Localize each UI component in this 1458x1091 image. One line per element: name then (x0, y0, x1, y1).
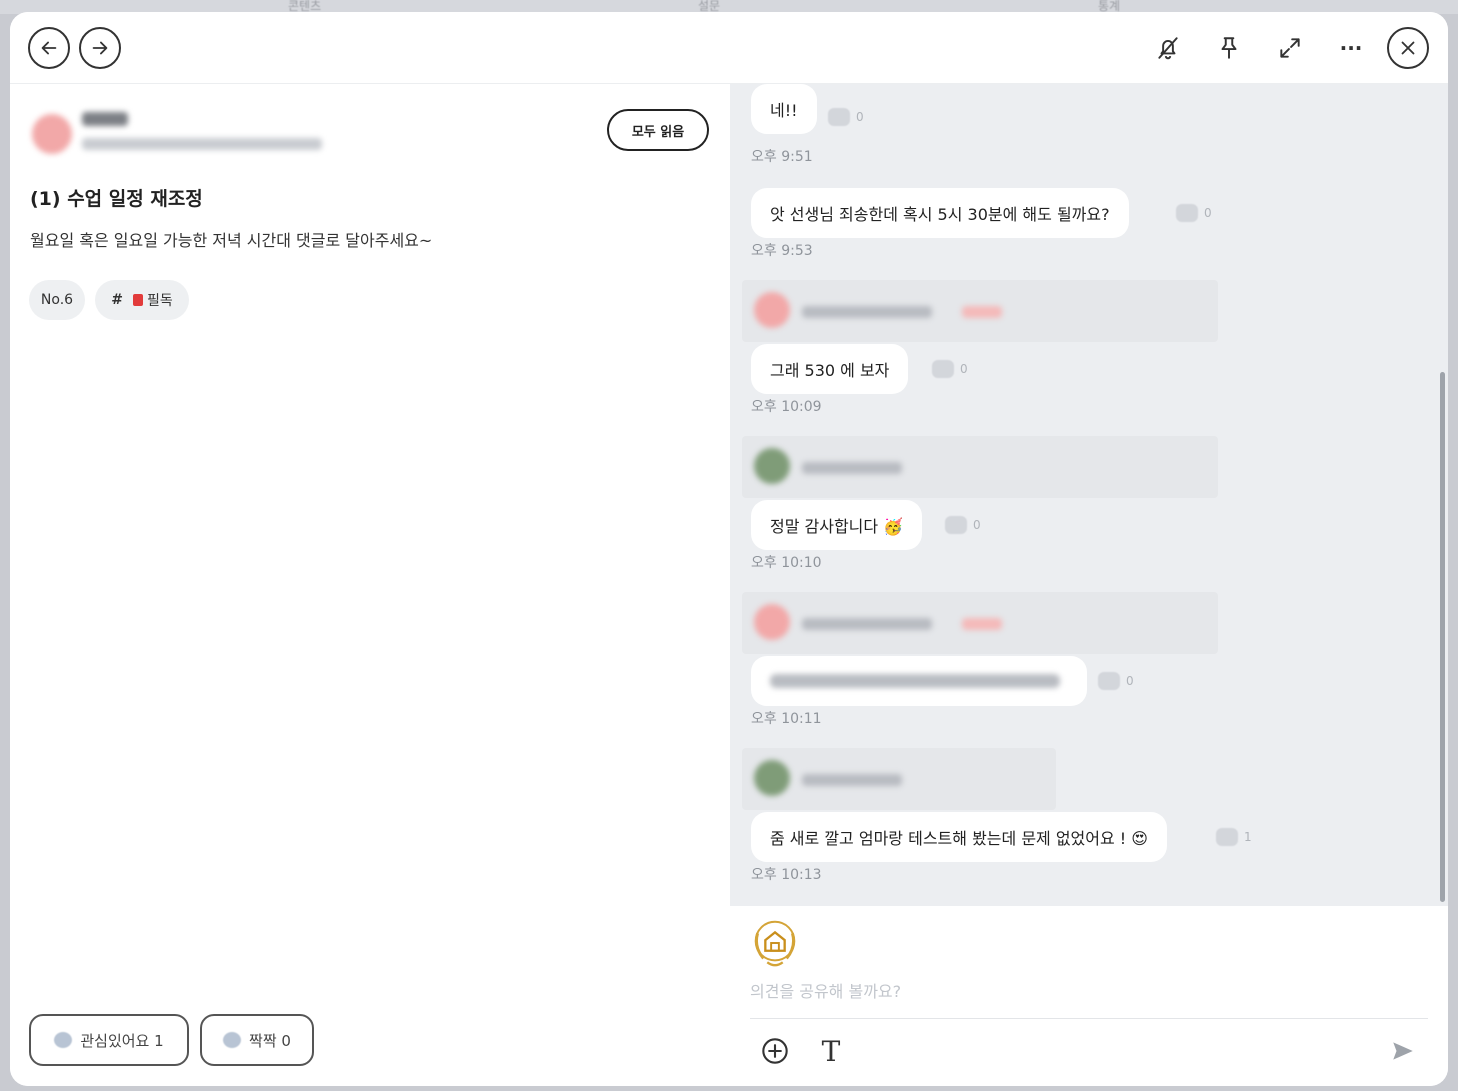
sender-name-redacted (802, 618, 932, 630)
reaction-count[interactable]: 0 (1176, 204, 1212, 222)
post-number-tag[interactable]: No.6 (29, 280, 85, 320)
message-time: 오후 10:13 (751, 867, 822, 883)
sender-role-badge-redacted (962, 618, 1002, 630)
reaction-icon (945, 516, 967, 534)
sender-header (742, 592, 1218, 654)
comment-panel: 네!! 0 오후 9:51 앗 선생님 죄송한데 혹시 5시 30분에 해도 될… (730, 84, 1448, 1086)
pin-button[interactable] (1213, 32, 1245, 64)
reaction-icon (1176, 204, 1198, 222)
clap-label: 짝짝 0 (249, 1031, 291, 1050)
sender-name-redacted (802, 774, 902, 786)
arrow-left-icon (41, 41, 57, 55)
message-bubble[interactable]: 그래 530 에 보자 (751, 344, 909, 394)
send-icon (1393, 1042, 1413, 1060)
send-button[interactable] (1386, 1034, 1420, 1068)
reaction-icon (932, 360, 954, 378)
message-bubble[interactable]: 정말 감사합니다 🥳 (751, 500, 923, 550)
bell-off-icon (1158, 37, 1178, 60)
post-panel: 모두 읽음 (1) 수업 일정 재조정 월요일 혹은 일요일 가능한 저녁 시간… (10, 84, 730, 1086)
message-bubble[interactable]: 네!! (751, 84, 817, 134)
mute-notifications-button[interactable] (1152, 32, 1184, 64)
message-bubble[interactable]: 앗 선생님 죄송한데 혹시 5시 30분에 해도 될까요? (751, 188, 1129, 238)
mark-all-read-button[interactable]: 모두 읽음 (607, 109, 709, 151)
avatar (754, 292, 790, 328)
sender-name-redacted (802, 462, 902, 474)
arrow-right-icon (92, 41, 108, 55)
author-meta-redacted (82, 138, 322, 150)
reaction-count[interactable]: 0 (945, 516, 981, 534)
reaction-icon (828, 108, 850, 126)
comment-thread[interactable]: 네!! 0 오후 9:51 앗 선생님 죄송한데 혹시 5시 30분에 해도 될… (730, 84, 1448, 906)
reaction-icon (1098, 672, 1120, 690)
post-detail-modal: ··· 모두 읽음 (1) 수업 일정 재조정 월요일 혹은 일요일 가능한 저… (10, 12, 1448, 1086)
post-title: (1) 수업 일정 재조정 (30, 188, 203, 210)
expand-icon (1280, 38, 1300, 58)
message-bubble-redacted[interactable] (751, 656, 1087, 706)
sender-role-badge-redacted (962, 306, 1002, 318)
reaction-count[interactable]: 0 (828, 108, 864, 126)
hashtag-label: 필독 (146, 293, 173, 309)
reaction-count[interactable]: 0 (932, 360, 968, 378)
text-format-button[interactable]: T (814, 1034, 848, 1068)
comment-input[interactable] (750, 982, 1410, 1001)
message-time: 오후 10:09 (751, 399, 822, 415)
comment-composer: T (730, 906, 1448, 1086)
close-button[interactable] (1387, 27, 1429, 69)
author-name-redacted (82, 112, 128, 126)
modal-toolbar: ··· (10, 12, 1448, 84)
interest-button[interactable]: 관심있어요 1 (29, 1014, 189, 1066)
sender-header (742, 280, 1218, 342)
message-time: 오후 9:51 (751, 149, 813, 165)
post-body: 월요일 혹은 일요일 가능한 저녁 시간대 댓글로 달아주세요~ (30, 231, 433, 250)
expand-button[interactable] (1274, 32, 1306, 64)
redacted-text (770, 674, 1060, 688)
sender-header (742, 436, 1218, 498)
hash-symbol: # (111, 292, 123, 308)
message-time: 오후 10:11 (751, 711, 822, 727)
red-card-icon (132, 294, 143, 306)
clap-emoji-icon (223, 1032, 242, 1048)
message-time: 오후 10:10 (751, 555, 822, 571)
clap-button[interactable]: 짝짝 0 (200, 1014, 314, 1066)
laurel-badge-icon (754, 920, 796, 967)
message-time: 오후 9:53 (751, 243, 813, 259)
add-attachment-button[interactable] (758, 1034, 792, 1068)
sender-name-redacted (802, 306, 932, 318)
plus-circle-icon (762, 1038, 788, 1064)
close-icon (1401, 41, 1415, 55)
interest-emoji-icon (54, 1032, 73, 1048)
avatar (754, 448, 790, 484)
avatar (32, 114, 72, 154)
back-button[interactable] (28, 27, 70, 69)
avatar (754, 604, 790, 640)
pin-icon (1221, 37, 1237, 59)
scrollbar[interactable] (1440, 372, 1445, 902)
reaction-count[interactable]: 1 (1216, 828, 1252, 846)
hashtag-must-read[interactable]: # 필독 (95, 280, 189, 320)
forward-button[interactable] (79, 27, 121, 69)
interest-label: 관심있어요 1 (80, 1031, 164, 1050)
more-options-button[interactable]: ··· (1335, 32, 1367, 64)
reaction-count[interactable]: 0 (1098, 672, 1134, 690)
avatar (754, 760, 790, 796)
message-bubble[interactable]: 줌 새로 깔고 엄마랑 테스트해 봤는데 문제 없었어요 ! 😍 (751, 812, 1167, 862)
reaction-icon (1216, 828, 1238, 846)
sender-header (742, 748, 1056, 810)
composer-divider (750, 1018, 1428, 1019)
